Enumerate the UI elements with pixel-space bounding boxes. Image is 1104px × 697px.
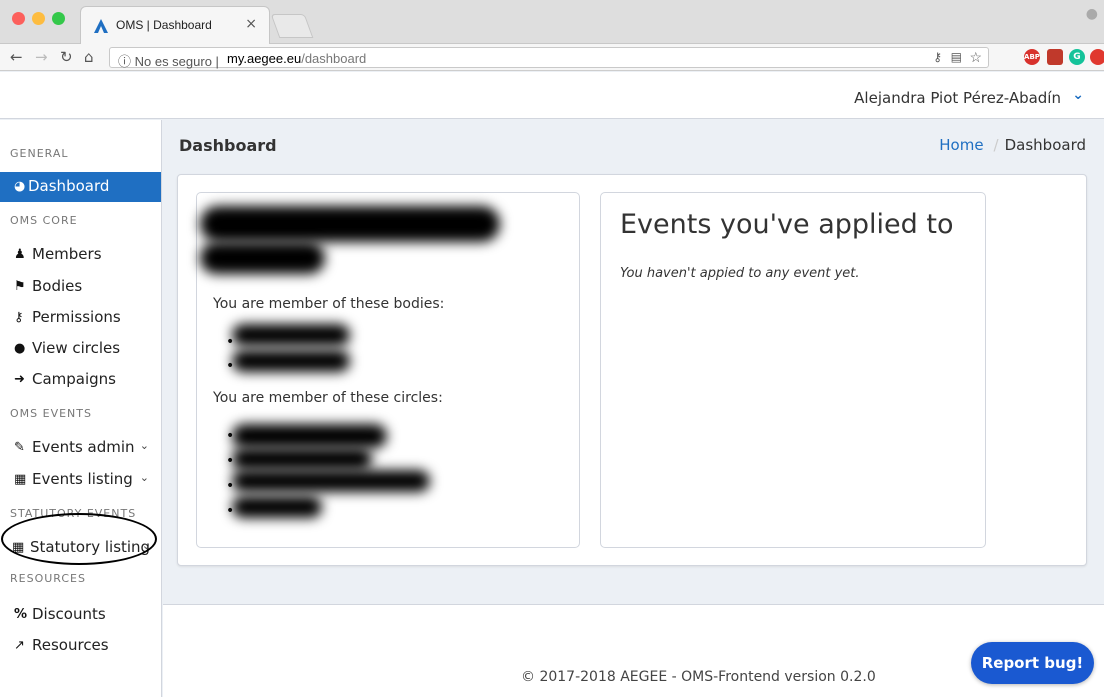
events-card-title: Events you've applied to [620,209,954,240]
new-tab-button[interactable] [270,14,314,38]
address-bar[interactable]: ⓘ No es seguro | my.aegee.eu/dashboard ⚷… [109,47,989,70]
report-bug-button[interactable]: Report bug! [971,642,1094,684]
sidebar-item-dashboard[interactable]: ◕ Dashboard [0,172,161,202]
extension-red-icon[interactable] [1090,49,1104,65]
page-title: Dashboard [179,136,277,155]
forward-icon[interactable]: → [35,48,48,66]
bodies-label: You are member of these bodies: [213,296,445,312]
circle-icon: ● [14,341,26,356]
app-header: Alejandra Piot Pérez-Abadín ⌄ [0,72,1104,119]
sidebar-item-events-listing[interactable]: ▦ Events listing ⌄ [0,465,161,495]
reload-icon[interactable]: ↻ [60,48,73,66]
sidebar-item-discounts[interactable]: % Discounts [0,600,161,630]
redacted-name [200,206,500,242]
redacted-name [200,242,325,274]
key-icon: ⚷ [14,310,24,325]
redacted-body [232,324,350,346]
sidebar-section-oms-events: OMS EVENTS [10,407,92,420]
sidebar-item-label: Dashboard [28,177,110,195]
adblock-icon[interactable]: ABP [1024,49,1040,65]
back-icon[interactable]: ← [10,48,23,66]
close-window-button[interactable] [12,12,25,25]
tachometer-icon: ◕ [14,179,26,194]
sidebar-section-resources: RESOURCES [10,572,86,585]
sidebar-item-permissions[interactable]: ⚷ Permissions [0,303,161,333]
sidebar-item-label: Bodies [32,277,83,295]
chevron-down-icon: ⌄ [139,439,149,452]
events-empty-text: You haven't appied to any event yet. [620,266,860,281]
tab-close-icon[interactable]: × [245,16,257,32]
sidebar-section-oms-core: OMS CORE [10,214,78,227]
security-info[interactable]: ⓘ No es seguro | [118,51,219,70]
redacted-circle [232,448,372,470]
percent-icon: % [14,607,28,622]
extension-icon[interactable] [1047,49,1063,65]
sidebar-item-label: Events admin [32,438,135,456]
browser-toolbar: ← → ↻ ⌂ ⓘ No es seguro | my.aegee.eu/das… [0,44,1104,71]
browser-tab[interactable]: OMS | Dashboard × [80,6,270,44]
grammarly-icon[interactable]: G [1069,49,1085,65]
sidebar-item-label: Permissions [32,308,121,326]
sidebar-section-general: GENERAL [10,147,69,160]
sidebar-item-label: Events listing [32,470,133,488]
bookmark-star-icon[interactable]: ☆ [969,49,982,66]
tab-title: OMS | Dashboard [116,18,212,32]
chevron-down-icon[interactable]: ⌄ [1072,87,1084,103]
key-icon[interactable]: ⚷ [933,50,942,64]
sidebar-item-label: Resources [32,636,109,654]
sidebar-item-label: Campaigns [32,370,117,388]
external-link-icon: ↗ [14,638,25,653]
flag-icon: ⚑ [14,279,26,294]
sidebar-item-label: View circles [32,339,121,357]
breadcrumb: Home / Dashboard [939,136,1086,154]
breadcrumb-current: Dashboard [1004,136,1086,154]
aegee-logo-icon [94,19,108,33]
home-icon[interactable]: ⌂ [84,48,94,66]
translate-icon[interactable]: ▤ [951,50,962,64]
browser-tab-bar: OMS | Dashboard × ● [0,0,1104,44]
calendar-icon: ▦ [14,472,27,487]
breadcrumb-separator: / [993,136,999,154]
minimize-window-button[interactable] [32,12,45,25]
profile-icon[interactable]: ● [1086,6,1098,22]
sidebar-item-label: Members [32,245,102,263]
annotation-circle [1,513,157,565]
sidebar-item-resources[interactable]: ↗ Resources [0,631,161,661]
sidebar-item-label: Discounts [32,605,106,623]
sidebar-item-events-admin[interactable]: ✎ Events admin ⌄ [0,433,161,463]
redacted-circle [232,424,387,448]
sidebar-item-view-circles[interactable]: ● View circles [0,334,161,364]
user-menu-name[interactable]: Alejandra Piot Pérez-Abadín [854,89,1061,107]
sidebar-item-bodies[interactable]: ⚑ Bodies [0,272,161,302]
sidebar-item-campaigns[interactable]: ➜ Campaigns [0,365,161,395]
sidebar-item-members[interactable]: ♟ Members [0,240,161,270]
events-card [600,192,986,548]
footer-text: © 2017-2018 AEGEE - OMS-Frontend version… [521,669,876,685]
redacted-circle [232,496,322,518]
user-icon: ♟ [14,247,26,262]
circles-label: You are member of these circles: [213,390,443,406]
redacted-circle [232,470,430,492]
url-text: my.aegee.eu/dashboard [227,51,367,66]
breadcrumb-home-link[interactable]: Home [939,136,983,154]
sign-in-icon: ➜ [14,372,25,387]
redacted-body [232,350,350,372]
chevron-down-icon: ⌄ [139,471,149,484]
maximize-window-button[interactable] [52,12,65,25]
wrench-icon: ✎ [14,440,25,455]
